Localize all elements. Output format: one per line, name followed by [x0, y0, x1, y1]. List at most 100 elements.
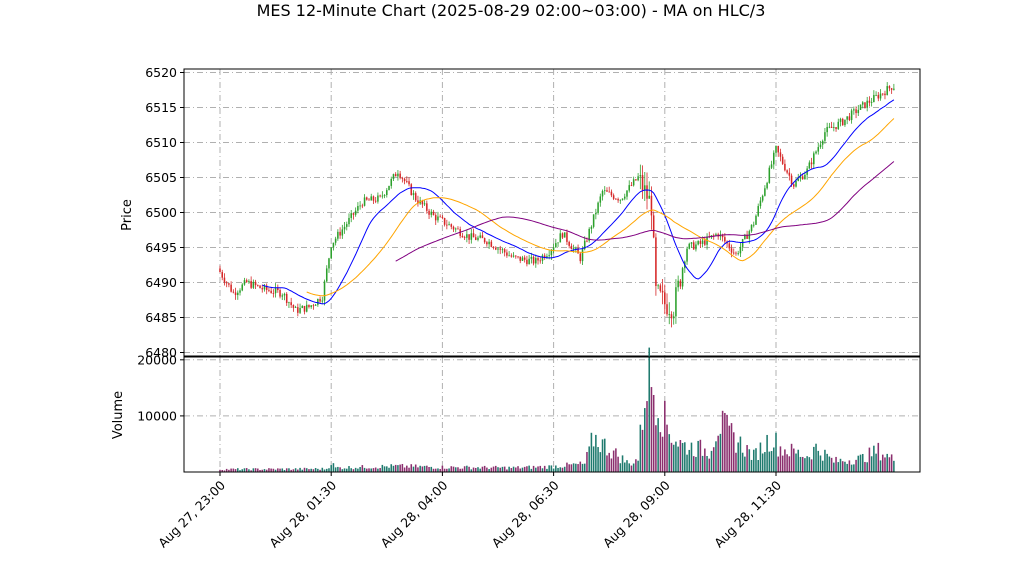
candle-body: [312, 305, 315, 307]
volume-ytick-label: 10000: [137, 408, 177, 423]
volume-bar: [637, 460, 639, 472]
volume-bar: [494, 465, 497, 472]
candle-body: [779, 152, 782, 157]
volume-bar: [712, 447, 715, 472]
volume-bar: [801, 456, 804, 472]
candle-body: [686, 248, 688, 262]
volume-bar: [350, 468, 352, 472]
candle-body: [501, 249, 504, 251]
candle-body: [652, 215, 655, 238]
volume-bar: [748, 449, 751, 472]
candle-body: [759, 200, 762, 207]
candle-body: [639, 175, 642, 177]
volume-bar: [875, 453, 877, 472]
candle-body: [439, 216, 441, 218]
candle-body: [314, 304, 317, 306]
candle-body: [861, 102, 864, 105]
candle-body: [841, 118, 844, 126]
volume-bar: [466, 465, 468, 472]
candle-body: [508, 255, 510, 257]
volume-bar: [610, 458, 613, 472]
volume-bar: [868, 447, 871, 472]
candle-body: [630, 185, 633, 186]
candle-body: [668, 314, 671, 316]
price-ytick-label: 6505: [145, 170, 177, 185]
volume-bar: [461, 468, 464, 472]
volume-bar: [724, 412, 726, 472]
candle-body: [699, 241, 702, 244]
candle-body: [219, 268, 221, 273]
volume-bar: [728, 425, 731, 472]
volume-bar: [550, 465, 553, 472]
volume-bar: [381, 464, 384, 472]
candle-body: [681, 268, 684, 287]
candle-body: [641, 175, 644, 191]
volume-axis-label: Volume: [111, 391, 126, 439]
volume-bar: [372, 468, 375, 472]
volume-bar: [412, 466, 415, 472]
volume-bar: [641, 429, 644, 472]
candle-body: [463, 237, 466, 239]
volume-bar: [790, 443, 793, 472]
volume-bar: [423, 465, 426, 472]
volume-bar: [777, 456, 780, 472]
candle-body: [801, 176, 804, 180]
candle-body: [755, 215, 757, 225]
candle-body: [728, 243, 731, 249]
volume-bar: [681, 442, 684, 472]
x-tick-label: Aug 28, 06:30: [489, 477, 562, 550]
candle-body: [390, 178, 393, 186]
volume-bar: [595, 434, 597, 472]
candle-body: [441, 216, 444, 218]
volume-bar: [717, 435, 719, 472]
candle-body: [530, 256, 533, 259]
candle-body: [281, 295, 284, 297]
volume-bar: [561, 467, 564, 472]
volume-bar: [884, 457, 886, 472]
candle-body: [423, 203, 426, 205]
candle-body: [437, 216, 439, 221]
volume-bar: [321, 467, 324, 472]
volume-bar: [701, 455, 704, 472]
volume-bar: [839, 458, 842, 472]
candle-body: [770, 164, 773, 168]
candle-body: [775, 146, 777, 153]
volume-bar: [861, 453, 864, 472]
candle-body: [879, 93, 882, 99]
volume-bar: [472, 467, 475, 472]
volume-bar: [806, 456, 808, 472]
candle-body: [539, 260, 542, 262]
price-ytick-label: 6520: [145, 65, 177, 80]
volume-bar: [719, 433, 722, 472]
candle-body: [517, 256, 519, 258]
price-ytick-label: 6515: [145, 100, 177, 115]
candle-body: [592, 214, 595, 227]
candle-body: [250, 281, 252, 288]
candle-body: [323, 281, 326, 301]
x-tick-label: Aug 27, 23:00: [155, 477, 228, 550]
volume-bar: [328, 468, 330, 472]
candle-body: [354, 210, 357, 215]
candle-body: [523, 257, 526, 260]
volume-bar: [548, 465, 550, 472]
candle-body: [557, 242, 559, 244]
volume-bar: [848, 460, 851, 472]
candle-body: [563, 232, 566, 238]
candle-body: [793, 184, 795, 187]
candle-body: [325, 268, 328, 282]
volume-bar: [781, 455, 784, 472]
candle-body: [659, 285, 662, 291]
volume-bar: [535, 467, 537, 472]
volume-bar: [421, 466, 424, 472]
candle-body: [893, 88, 895, 90]
volume-ytick-label: 20000: [137, 352, 177, 367]
candle-body: [225, 282, 228, 284]
volume-bar: [644, 408, 646, 472]
candle-body: [697, 241, 699, 245]
volume-panel: 10000 20000 Volume: [111, 347, 921, 473]
candle-body: [381, 195, 384, 197]
candle-body: [394, 174, 397, 177]
candle-body: [294, 307, 297, 308]
candle-body: [881, 93, 884, 95]
candle-body: [386, 190, 388, 195]
